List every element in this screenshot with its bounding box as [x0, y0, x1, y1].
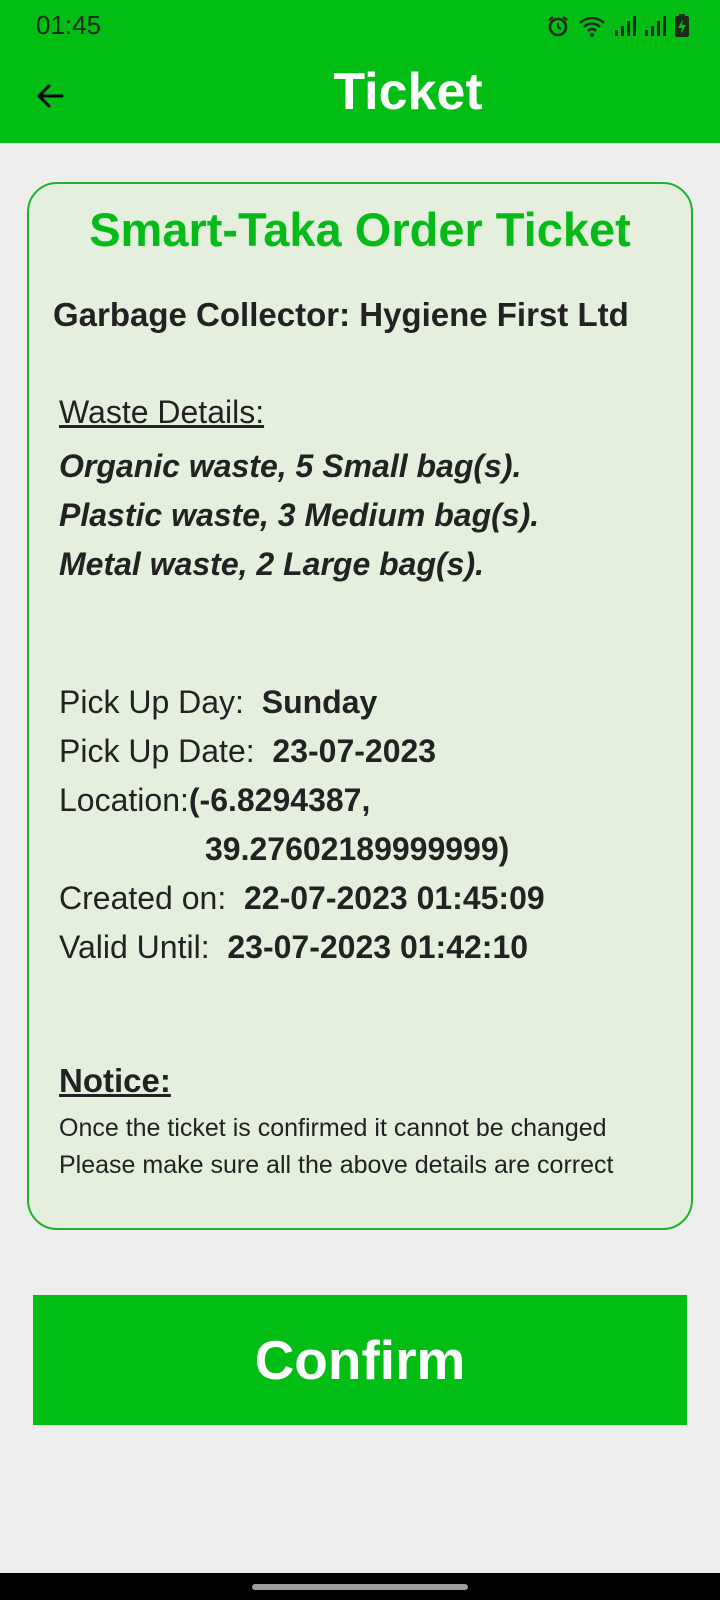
signal-icon	[644, 15, 666, 37]
garbage-collector: Garbage Collector: Hygiene First Ltd	[53, 296, 629, 333]
waste-list: Organic waste, 5 Small bag(s). Plastic w…	[59, 442, 539, 589]
status-bar: 01:45	[0, 0, 720, 50]
notice-heading: Notice:	[59, 1062, 171, 1099]
pickup-date-label: Pick Up Date:	[59, 733, 255, 769]
ticket-title: Smart-Taka Order Ticket	[89, 203, 631, 256]
location-row: Location:(-6.8294387,	[59, 782, 370, 819]
waste-details-heading: Waste Details:	[59, 394, 265, 430]
confirm-button[interactable]: Confirm	[33, 1295, 687, 1425]
status-time: 01:45	[36, 10, 102, 40]
waste-item: Metal waste, 2 Large bag(s).	[59, 546, 485, 582]
created-on-label: Created on:	[59, 880, 227, 916]
home-gesture-handle[interactable]	[252, 1584, 468, 1590]
pickup-date-value: 23-07-2023	[272, 733, 437, 769]
ticket-card: Smart-Taka Order Ticket Garbage Collecto…	[27, 182, 693, 1230]
location-label: Location:	[59, 782, 189, 818]
valid-until-value: 23-07-2023 01:42:10	[227, 929, 529, 965]
page-title: Ticket	[333, 63, 483, 121]
status-icons	[546, 12, 690, 40]
notice-text: Once the ticket is confirmed it cannot b…	[59, 1114, 607, 1142]
pickup-day-value: Sunday	[261, 684, 378, 720]
waste-item: Plastic waste, 3 Medium bag(s).	[59, 497, 540, 533]
wifi-icon	[578, 14, 606, 38]
pickup-day-label: Pick Up Day:	[59, 684, 244, 720]
location-value-line1: (-6.8294387,	[188, 782, 371, 818]
navigation-bar	[0, 1573, 720, 1600]
location-value-line2: 39.27602189999999)	[205, 831, 510, 867]
valid-until-row: Valid Until: 23-07-2023 01:42:10	[59, 929, 528, 966]
pickup-date-row: Pick Up Date: 23-07-2023	[59, 733, 436, 770]
app-bar: Ticket	[0, 50, 720, 143]
signal-icon	[614, 15, 636, 37]
battery-charging-icon	[674, 14, 690, 38]
waste-item: Organic waste, 5 Small bag(s).	[59, 448, 522, 484]
created-on-row: Created on: 22-07-2023 01:45:09	[59, 880, 545, 917]
pickup-day-row: Pick Up Day: Sunday	[59, 684, 377, 721]
notice-text: Please make sure all the above details a…	[59, 1151, 614, 1179]
alarm-icon	[546, 14, 570, 38]
created-on-value: 22-07-2023 01:45:09	[244, 880, 545, 916]
valid-until-label: Valid Until:	[59, 929, 210, 965]
